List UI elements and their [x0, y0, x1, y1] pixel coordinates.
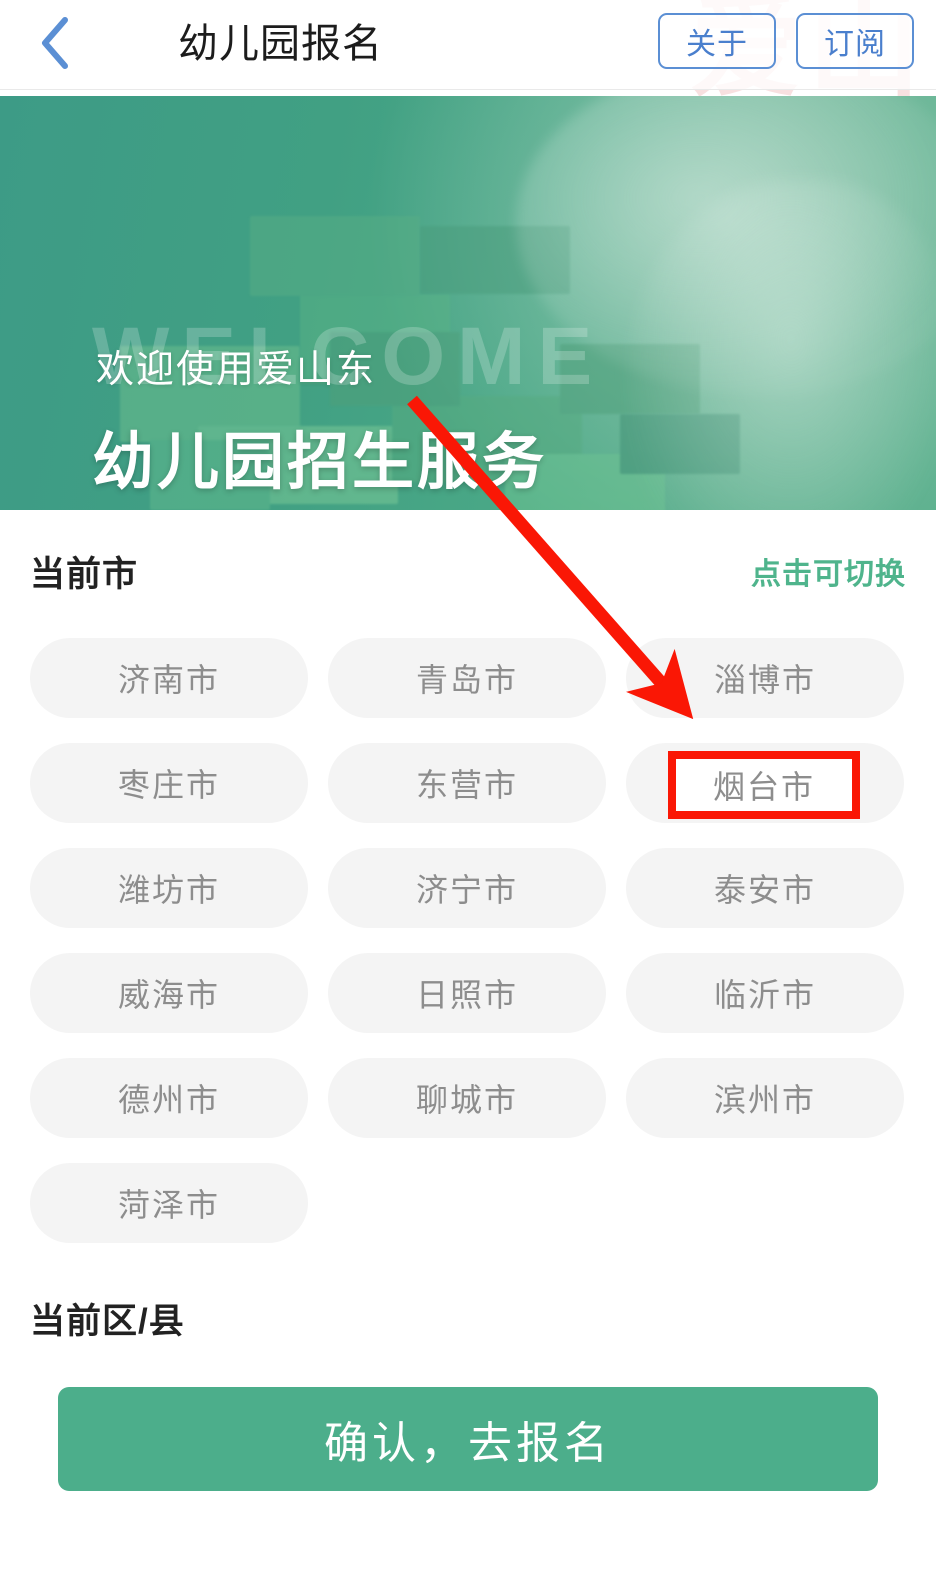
city-pill[interactable]: 临沂市 — [626, 953, 904, 1033]
city-pill[interactable]: 菏泽市 — [30, 1163, 308, 1243]
chevron-left-icon — [38, 15, 72, 71]
city-pill[interactable]: 日照市 — [328, 953, 606, 1033]
promo-banner[interactable]: WELCOME 欢迎使用爱山东 幼儿园招生服务 — [0, 96, 936, 510]
district-section-title: 当前区/县 — [30, 1302, 185, 1341]
header-actions: 关于 订阅 — [658, 13, 914, 69]
city-pill[interactable]: 枣庄市 — [30, 743, 308, 823]
city-pill[interactable]: 德州市 — [30, 1058, 308, 1138]
app-header: 幼儿园报名 关于 订阅 — [0, 0, 936, 90]
city-pill[interactable]: 东营市 — [328, 743, 606, 823]
city-pill-yantai[interactable]: 烟台市 — [626, 743, 904, 823]
city-pill[interactable]: 青岛市 — [328, 638, 606, 718]
city-pill[interactable]: 潍坊市 — [30, 848, 308, 928]
city-grid: 济南市 青岛市 淄博市 枣庄市 东营市 烟台市 潍坊市 济宁市 泰安市 威海市 … — [30, 638, 906, 1243]
banner-title: 幼儿园招生服务 — [92, 428, 548, 497]
city-section-title: 当前市 — [30, 554, 139, 594]
banner-subtitle: 欢迎使用爱山东 — [96, 349, 377, 391]
city-pill[interactable]: 滨州市 — [626, 1058, 904, 1138]
city-pill[interactable]: 济宁市 — [328, 848, 606, 928]
city-pill[interactable]: 聊城市 — [328, 1058, 606, 1138]
city-pill[interactable]: 济南市 — [30, 638, 308, 718]
back-button[interactable] — [22, 8, 88, 78]
app-screen: 爱山东 幼儿园 幼儿园报名 关于 订阅 — [0, 0, 936, 1574]
switch-city-link[interactable]: 点击可切换 — [751, 549, 906, 593]
city-pill[interactable]: 淄博市 — [626, 638, 904, 718]
page-title: 幼儿园报名 — [178, 22, 383, 66]
about-button[interactable]: 关于 — [658, 13, 776, 69]
city-pill[interactable]: 泰安市 — [626, 848, 904, 928]
city-pill[interactable]: 威海市 — [30, 953, 308, 1033]
city-section-header: 当前市 点击可切换 — [0, 540, 936, 602]
confirm-register-button[interactable]: 确认，去报名 — [58, 1387, 878, 1491]
subscribe-button[interactable]: 订阅 — [796, 13, 914, 69]
